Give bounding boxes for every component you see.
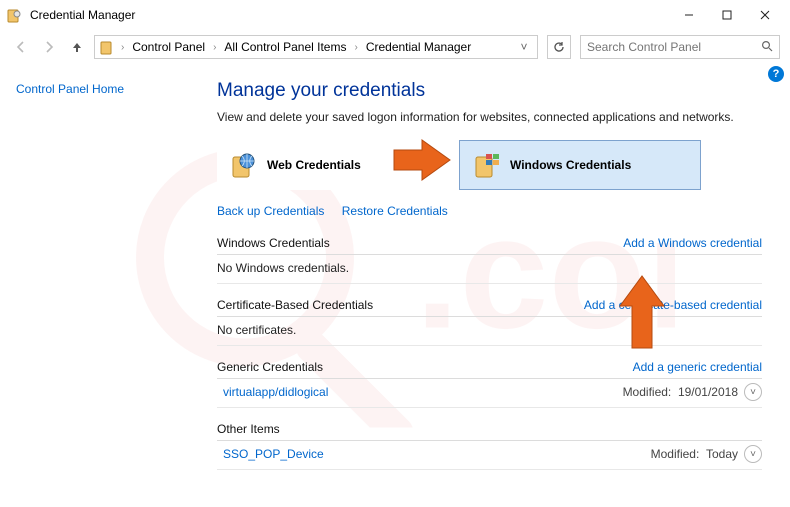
main-content: ? Manage your credentials View and delet…	[195, 64, 790, 507]
maximize-button[interactable]	[708, 2, 746, 28]
add-windows-credential-link[interactable]: Add a Windows credential	[623, 236, 762, 250]
add-generic-credential-link[interactable]: Add a generic credential	[633, 360, 762, 374]
control-panel-home-link[interactable]: Control Panel Home	[16, 82, 124, 96]
modified-value: Today	[706, 447, 738, 461]
address-dropdown-icon[interactable]: ˅	[515, 40, 533, 54]
restore-credentials-link[interactable]: Restore Credentials	[342, 204, 448, 218]
modified-label: Modified:	[623, 385, 672, 399]
search-icon	[761, 40, 773, 55]
back-button[interactable]	[10, 36, 32, 58]
tab-windows-credentials[interactable]: Windows Credentials	[459, 140, 701, 190]
chevron-right-icon: ›	[209, 42, 220, 53]
credential-row[interactable]: virtualapp/didlogical Modified: 19/01/20…	[217, 379, 762, 408]
help-icon[interactable]: ?	[768, 66, 784, 82]
up-button[interactable]	[66, 36, 88, 58]
breadcrumb-item[interactable]: Control Panel	[130, 38, 207, 56]
refresh-button[interactable]	[547, 35, 571, 59]
breadcrumb-item[interactable]: All Control Panel Items	[222, 38, 348, 56]
title-bar: Credential Manager	[0, 0, 790, 30]
section-title-generic: Generic Credentials	[217, 360, 633, 374]
sidebar: Control Panel Home	[0, 64, 195, 507]
credential-row[interactable]: SSO_POP_Device Modified: Today ˅	[217, 441, 762, 470]
chevron-right-icon: ›	[350, 42, 361, 53]
minimize-button[interactable]	[670, 2, 708, 28]
section-title-cert: Certificate-Based Credentials	[217, 298, 584, 312]
globe-safe-icon	[229, 151, 257, 179]
window-title: Credential Manager	[30, 8, 670, 22]
search-input[interactable]	[587, 40, 773, 54]
windows-empty-text: No Windows credentials.	[217, 261, 349, 275]
nav-bar: › Control Panel › All Control Panel Item…	[0, 30, 790, 64]
section-title-windows: Windows Credentials	[217, 236, 623, 250]
tab-label: Windows Credentials	[510, 158, 631, 172]
chevron-down-icon[interactable]: ˅	[744, 445, 762, 463]
cert-empty-text: No certificates.	[217, 323, 296, 337]
windows-safe-icon	[472, 151, 500, 179]
chevron-down-icon[interactable]: ˅	[744, 383, 762, 401]
close-button[interactable]	[746, 2, 784, 28]
page-description: View and delete your saved logon informa…	[217, 110, 762, 124]
page-heading: Manage your credentials	[217, 80, 762, 102]
tab-web-credentials[interactable]: Web Credentials	[217, 140, 459, 190]
forward-button[interactable]	[38, 36, 60, 58]
breadcrumb-item[interactable]: Credential Manager	[364, 38, 473, 56]
app-icon	[6, 7, 22, 23]
credential-name: virtualapp/didlogical	[223, 385, 623, 399]
modified-label: Modified:	[651, 447, 700, 461]
address-bar[interactable]: › Control Panel › All Control Panel Item…	[94, 35, 538, 59]
tab-label: Web Credentials	[267, 158, 361, 172]
section-title-other: Other Items	[217, 422, 762, 436]
credential-name: SSO_POP_Device	[223, 447, 651, 461]
modified-value: 19/01/2018	[678, 385, 738, 399]
search-box[interactable]	[580, 35, 780, 59]
chevron-right-icon: ›	[117, 42, 128, 53]
add-cert-credential-link[interactable]: Add a certificate-based credential	[584, 298, 762, 312]
address-icon	[99, 39, 115, 55]
backup-credentials-link[interactable]: Back up Credentials	[217, 204, 324, 218]
